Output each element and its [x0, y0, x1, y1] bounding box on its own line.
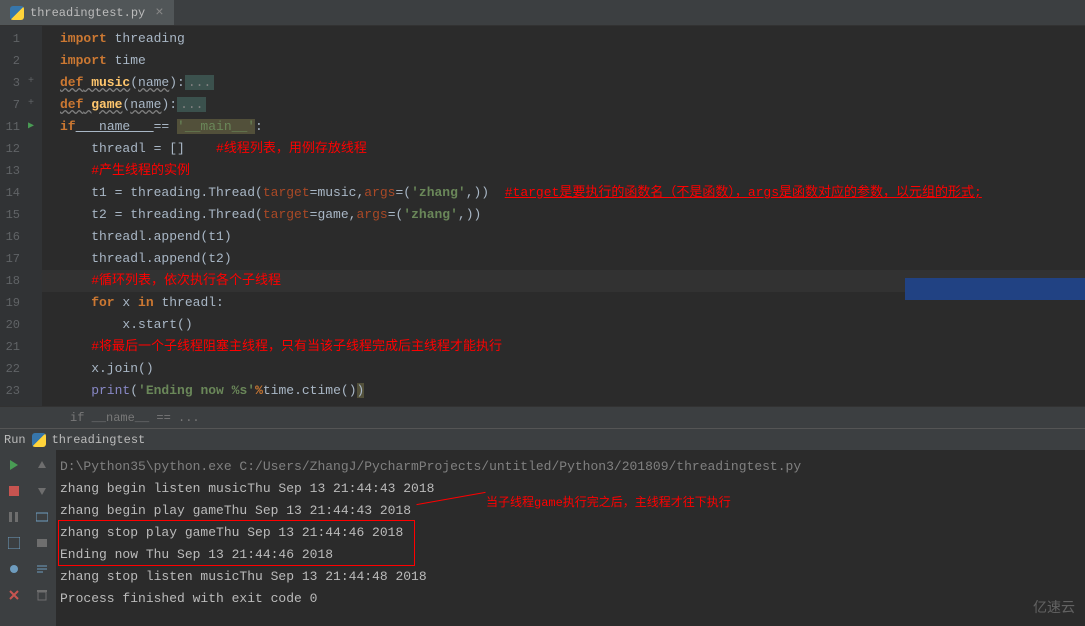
- python-icon: [32, 433, 46, 447]
- fold-expand-icon[interactable]: +: [28, 98, 34, 109]
- run-toolbar-1: [0, 450, 28, 626]
- line-num: 2: [0, 50, 26, 72]
- run-panel: D:\Python35\python.exe C:/Users/ZhangJ/P…: [0, 450, 1085, 626]
- line-num: 3: [0, 72, 26, 94]
- line-num: 21: [0, 336, 26, 358]
- trash-button[interactable]: [33, 586, 51, 604]
- console-line: zhang stop listen musicThu Sep 13 21:44:…: [60, 566, 1081, 588]
- fold-expand-icon[interactable]: +: [28, 76, 34, 87]
- annotation-text: 当子线程game执行完之后，主线程才往下执行: [486, 492, 731, 514]
- run-toolbar-2: [28, 450, 56, 626]
- breadcrumb[interactable]: if __name__ == ...: [0, 406, 1085, 428]
- layout-button[interactable]: [5, 534, 23, 552]
- tab-filename: threadingtest.py: [30, 6, 145, 20]
- line-gutter: 1 2 3 7 11 12 13 14 15 16 17 18 19 20 21…: [0, 26, 26, 406]
- line-num: 18: [0, 270, 26, 292]
- line-num: 13: [0, 160, 26, 182]
- line-num: 1: [0, 28, 26, 50]
- fold-column: + + ▶: [26, 26, 42, 406]
- close-run-button[interactable]: [5, 586, 23, 604]
- run-tool-header: Run threadingtest: [0, 428, 1085, 450]
- console-line: Ending now Thu Sep 13 21:44:46 2018: [60, 544, 1081, 566]
- console-cmd: D:\Python35\python.exe C:/Users/ZhangJ/P…: [60, 456, 1081, 478]
- line-num: 15: [0, 204, 26, 226]
- down-button[interactable]: [33, 482, 51, 500]
- stop-button[interactable]: [5, 482, 23, 500]
- line-num: 11: [0, 116, 26, 138]
- run-label: Run: [4, 433, 26, 447]
- console-line: zhang stop play gameThu Sep 13 21:44:46 …: [60, 522, 1081, 544]
- line-num: 7: [0, 94, 26, 116]
- file-tab[interactable]: threadingtest.py ×: [0, 0, 174, 25]
- pause-button[interactable]: [5, 508, 23, 526]
- up-button[interactable]: [33, 456, 51, 474]
- code-editor[interactable]: 1 2 3 7 11 12 13 14 15 16 17 18 19 20 21…: [0, 26, 1085, 406]
- print-button[interactable]: [33, 534, 51, 552]
- console-exit: Process finished with exit code 0: [60, 588, 1081, 610]
- line-num: 14: [0, 182, 26, 204]
- line-num: 20: [0, 314, 26, 336]
- run-gutter-icon[interactable]: ▶: [28, 120, 34, 132]
- line-num: 22: [0, 358, 26, 380]
- line-num: 16: [0, 226, 26, 248]
- wrap-button[interactable]: [33, 560, 51, 578]
- pin-button[interactable]: [5, 560, 23, 578]
- console-output[interactable]: D:\Python35\python.exe C:/Users/ZhangJ/P…: [56, 450, 1085, 626]
- line-num: 17: [0, 248, 26, 270]
- tab-bar: threadingtest.py ×: [0, 0, 1085, 26]
- watermark: 亿速云: [1033, 598, 1075, 620]
- line-num: 19: [0, 292, 26, 314]
- run-config-name[interactable]: threadingtest: [52, 433, 146, 447]
- export-button[interactable]: [33, 508, 51, 526]
- line-num: 23: [0, 380, 26, 402]
- rerun-button[interactable]: [5, 456, 23, 474]
- line-num: 12: [0, 138, 26, 160]
- python-icon: [10, 6, 24, 20]
- close-icon[interactable]: ×: [155, 5, 163, 21]
- code-area[interactable]: import threading import time def music(n…: [42, 26, 1085, 406]
